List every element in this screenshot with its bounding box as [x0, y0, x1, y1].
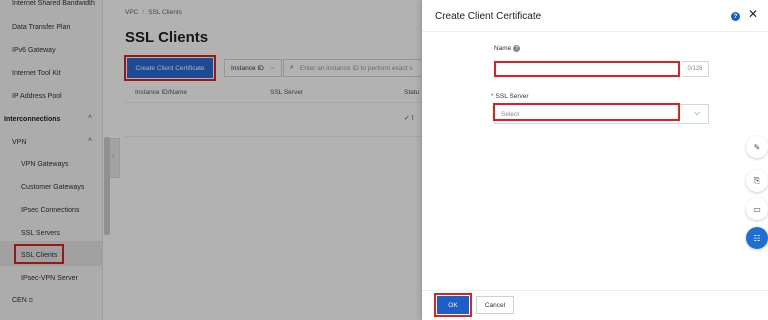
name-char-counter: 0/128: [682, 61, 709, 77]
chevron-left-icon: ‹: [112, 153, 115, 160]
name-label-text: Name: [494, 45, 512, 52]
drawer-title: Create Client Certificate: [435, 11, 542, 22]
filter-select-label: Instance ID: [231, 64, 264, 72]
create-certificate-drawer: Create Client Certificate ? ✕: [422, 0, 768, 320]
sidebar-item-customer-gateways[interactable]: Customer Gateways: [21, 184, 84, 191]
sidebar-item-ssl-servers[interactable]: SSL Servers: [21, 230, 60, 237]
page-title: SSL Clients: [125, 29, 209, 46]
highlight-ssl-clients: [14, 244, 64, 264]
table-divider: [125, 136, 425, 137]
close-icon[interactable]: ✕: [748, 8, 758, 20]
ssl-server-label-text: SSL Server: [495, 93, 529, 100]
drawer-footer: [422, 290, 768, 320]
table-row-status: ✓ I: [404, 115, 414, 122]
column-header-ssl-server: SSL Server: [270, 89, 303, 96]
search-icon: ⌕: [290, 64, 294, 71]
help-icon[interactable]: ?: [731, 12, 740, 21]
cancel-button[interactable]: Cancel: [476, 296, 514, 314]
search-placeholder: Enter an instance ID to perform exact s: [299, 64, 413, 72]
sidebar-item-ipsec-connections[interactable]: IPsec Connections: [21, 207, 79, 214]
clipboard-icon[interactable]: ⎘: [746, 170, 768, 192]
name-input[interactable]: [494, 61, 680, 77]
ssl-server-field-label: * SSL Server: [491, 93, 529, 100]
chevron-down-icon[interactable]: ⌵: [694, 108, 700, 118]
sidebar-item-vpn[interactable]: VPN: [12, 139, 26, 146]
column-header-status: Statu: [404, 89, 420, 96]
sidebar-item-internet-shared-bandwidth[interactable]: Internet Shared Bandwidth: [12, 0, 95, 7]
external-link-icon: ⧉: [28, 298, 34, 304]
drawer-header: Create Client Certificate ? ✕: [422, 0, 768, 32]
table-divider: [125, 102, 425, 103]
highlight-create-button: [124, 55, 216, 81]
sidebar: Internet Shared Bandwidth Data Transfer …: [0, 0, 103, 320]
sidebar-group-interconnections[interactable]: Interconnections: [4, 116, 60, 123]
chevron-down-icon: ⌵: [269, 64, 275, 71]
search-input[interactable]: ⌕ Enter an instance ID to perform exact …: [283, 59, 423, 77]
highlight-ssl-server-select: [493, 103, 680, 121]
chat-icon[interactable]: ▭: [746, 198, 768, 220]
sidebar-item-vpn-gateways[interactable]: VPN Gateways: [21, 161, 68, 168]
column-header-instance: Instance ID/Name: [135, 89, 188, 96]
breadcrumb: VPC / SSL Clients: [125, 9, 182, 16]
sidebar-item-internet-tool-kit[interactable]: Internet Tool Kit: [12, 70, 61, 77]
breadcrumb-vpc[interactable]: VPC: [125, 9, 138, 16]
sidebar-item-cen[interactable]: CEN ⧉: [12, 297, 33, 305]
sidebar-item-data-transfer-plan[interactable]: Data Transfer Plan: [12, 24, 70, 31]
sidebar-collapse-handle[interactable]: ‹: [110, 138, 120, 178]
sidebar-item-ipv6-gateway[interactable]: IPv6 Gateway: [12, 47, 56, 54]
sidebar-item-ipsec-vpn-server[interactable]: IPsec-VPN Server: [21, 275, 78, 282]
question-icon[interactable]: ?: [513, 45, 521, 52]
highlight-ok-button: [434, 293, 472, 317]
apps-icon[interactable]: ☷: [746, 227, 768, 249]
chevron-up-icon[interactable]: ˄: [88, 137, 92, 144]
sidebar-item-ip-address-pool[interactable]: IP Address Pool: [12, 93, 62, 100]
instance-id-filter-select[interactable]: Instance ID ⌵: [224, 59, 282, 77]
edit-icon[interactable]: ✎: [746, 136, 768, 158]
ssl-server-select-placeholder: Select: [501, 111, 520, 118]
chevron-up-icon[interactable]: ˄: [88, 114, 92, 121]
sidebar-item-cen-label: CEN: [12, 297, 27, 304]
required-marker: *: [491, 93, 494, 100]
breadcrumb-ssl-clients: SSL Clients: [148, 9, 182, 16]
breadcrumb-separator: /: [142, 9, 145, 16]
name-field-label: Name?: [494, 45, 521, 52]
